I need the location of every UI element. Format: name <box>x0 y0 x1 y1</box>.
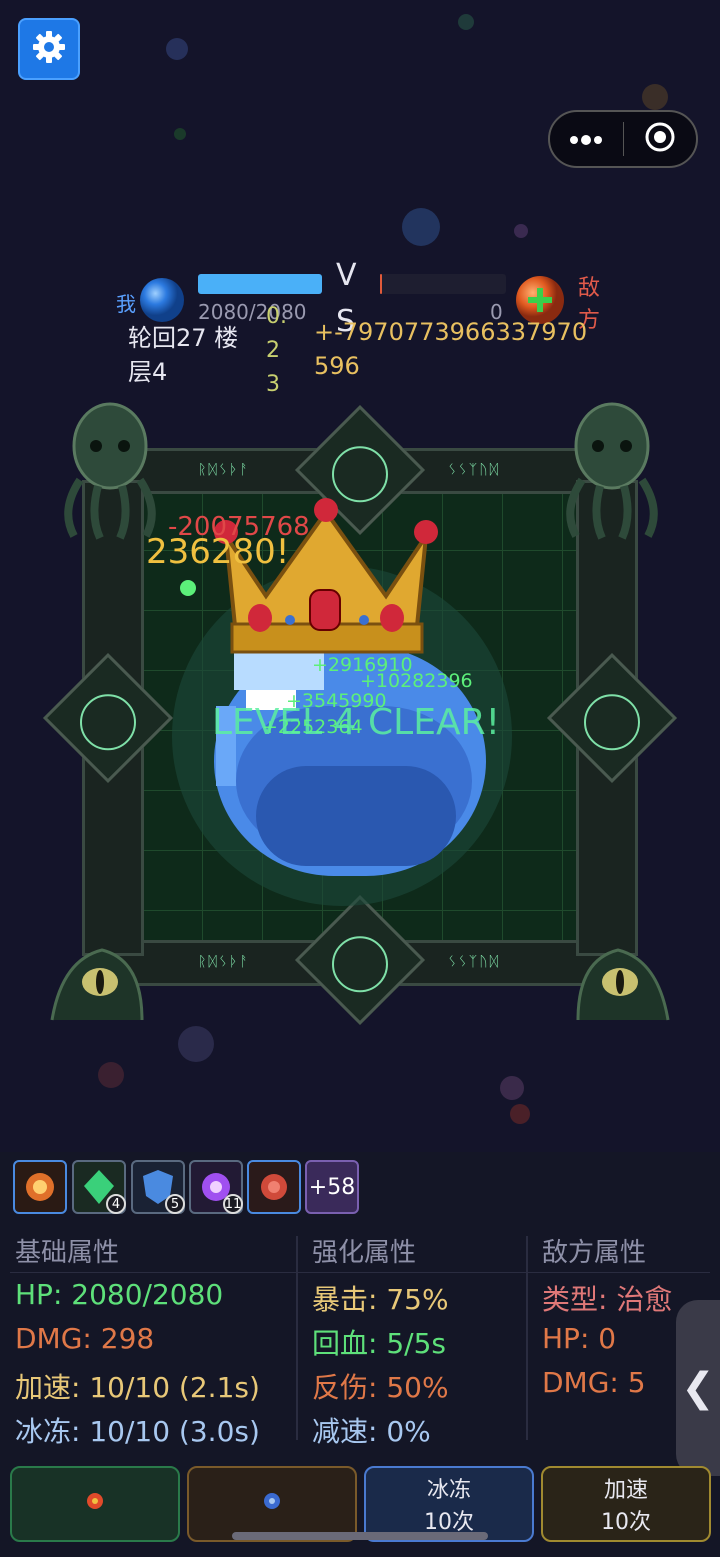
buff-count: 5 <box>165 1194 185 1214</box>
stat-dmg: DMG: 298 <box>15 1322 155 1355</box>
target-close-icon <box>644 121 676 157</box>
freeze-button[interactable]: 冰冻 10次 <box>364 1466 534 1542</box>
stat-enemy-type: 类型: 治愈 <box>542 1283 673 1316</box>
stat-enemy-hp: HP: 0 <box>542 1322 617 1355</box>
enemy-hp-bar <box>380 274 506 294</box>
blue-gem-icon <box>262 1491 282 1517</box>
rune-text: ᚱᛞᛊᚦᚨ <box>198 954 250 970</box>
player-hp-fill <box>198 274 322 294</box>
player-avatar <box>138 276 186 324</box>
heal-particle <box>180 580 196 596</box>
buff-slot-crystal[interactable]: 4 <box>72 1160 126 1214</box>
skill-button-2[interactable] <box>187 1466 357 1542</box>
background-particle <box>500 1076 524 1100</box>
column-divider <box>526 1236 528 1440</box>
speed-button-count: 10次 <box>601 1510 651 1535</box>
fire-swirl-icon <box>15 1173 65 1216</box>
background-particle <box>174 128 186 140</box>
buff-count: 4 <box>106 1194 126 1214</box>
stat-enemy-dmg: DMG: 5 <box>542 1366 646 1399</box>
column-divider <box>296 1236 298 1440</box>
mini-program-capsule <box>548 110 698 168</box>
background-particle <box>98 1062 124 1088</box>
collapse-panel-button[interactable]: ❮ <box>676 1300 720 1476</box>
player-label: 我 <box>116 292 136 316</box>
rune-text: ᚱᛞᛊᚦᚨ <box>198 462 250 478</box>
enhance-stats-title: 强化属性 <box>312 1238 417 1268</box>
chevron-left-icon: ❮ <box>681 1365 715 1411</box>
rune-text: ᛊᛊᛉᚢᛞ <box>448 462 500 478</box>
stat-regen: 回血: 5/5s <box>312 1327 446 1360</box>
background-particle <box>514 224 528 238</box>
buff-slot-fire[interactable] <box>13 1160 67 1214</box>
vs-v: V <box>336 258 357 293</box>
more-dots-icon <box>569 130 603 149</box>
tentacle-eye-ornament <box>568 920 678 1030</box>
timer-line2: 2 <box>266 338 280 363</box>
timer-line1: 0. <box>266 304 287 329</box>
skill-button-1[interactable] <box>10 1466 180 1542</box>
background-particle <box>402 208 440 246</box>
octopus-ornament <box>552 400 672 540</box>
speed-button-label: 加速 <box>603 1478 648 1503</box>
buff-slot-shield[interactable]: 5 <box>131 1160 185 1214</box>
buff-slot-orb[interactable]: 11 <box>189 1160 243 1214</box>
background-particle <box>510 1104 530 1124</box>
background-particle <box>642 84 668 110</box>
round-floor-line2: 层4 <box>128 358 168 386</box>
rune-text: ᛊᛊᛉᚢᛞ <box>448 954 500 970</box>
stat-slow: 减速: 0% <box>312 1415 431 1448</box>
stat-hp: HP: 2080/2080 <box>15 1278 224 1311</box>
score-line2: 596 <box>314 352 360 380</box>
background-particle <box>166 38 188 60</box>
stat-speed: 加速: 10/10 (2.1s) <box>15 1371 260 1404</box>
score-line1: +-7970773966337970 <box>314 318 588 346</box>
stat-reflect: 反伤: 50% <box>312 1371 449 1404</box>
round-floor-line1: 轮回27 楼 <box>128 324 239 352</box>
level-clear-banner: LEVEL 4 CLEAR! <box>212 702 501 743</box>
background-particle <box>458 14 474 30</box>
title-underline <box>10 1272 710 1273</box>
buff-count: 11 <box>223 1194 243 1214</box>
stat-freeze: 冰冻: 10/10 (3.0s) <box>15 1415 260 1448</box>
enemy-label-1: 敌 <box>578 276 601 301</box>
crit-float: 236280! <box>146 532 290 572</box>
enemy-hp-fill <box>380 274 382 294</box>
more-buffs-button[interactable]: +58 <box>305 1160 359 1214</box>
player-hp-bar <box>198 274 322 294</box>
stat-crit: 暴击: 75% <box>312 1283 449 1316</box>
timer-line3: 3 <box>266 372 280 397</box>
red-rose-icon <box>249 1174 299 1216</box>
close-button[interactable] <box>624 121 697 157</box>
more-button[interactable] <box>550 130 623 149</box>
freeze-button-label: 冰冻 <box>426 1478 471 1503</box>
basic-stats-title: 基础属性 <box>15 1238 120 1268</box>
home-indicator <box>232 1532 488 1540</box>
gear-icon <box>31 29 67 69</box>
fire-gem-icon <box>85 1491 105 1517</box>
octopus-ornament <box>50 400 170 540</box>
buff-slot-rose[interactable] <box>247 1160 301 1214</box>
battle-arena: ᚱᛞᛊᚦᚨ ᛊᛊᛉᚢᛞ ᚱᛞᛊᚦᚨ ᛊᛊᛉᚢᛞ -20075768 236280… <box>22 400 698 1036</box>
tentacle-eye-ornament <box>42 920 152 1030</box>
heal-float: +10282396 <box>360 670 473 692</box>
speed-button[interactable]: 加速 10次 <box>541 1466 711 1542</box>
settings-button[interactable] <box>18 18 80 80</box>
enemy-stats-title: 敌方属性 <box>542 1238 647 1268</box>
